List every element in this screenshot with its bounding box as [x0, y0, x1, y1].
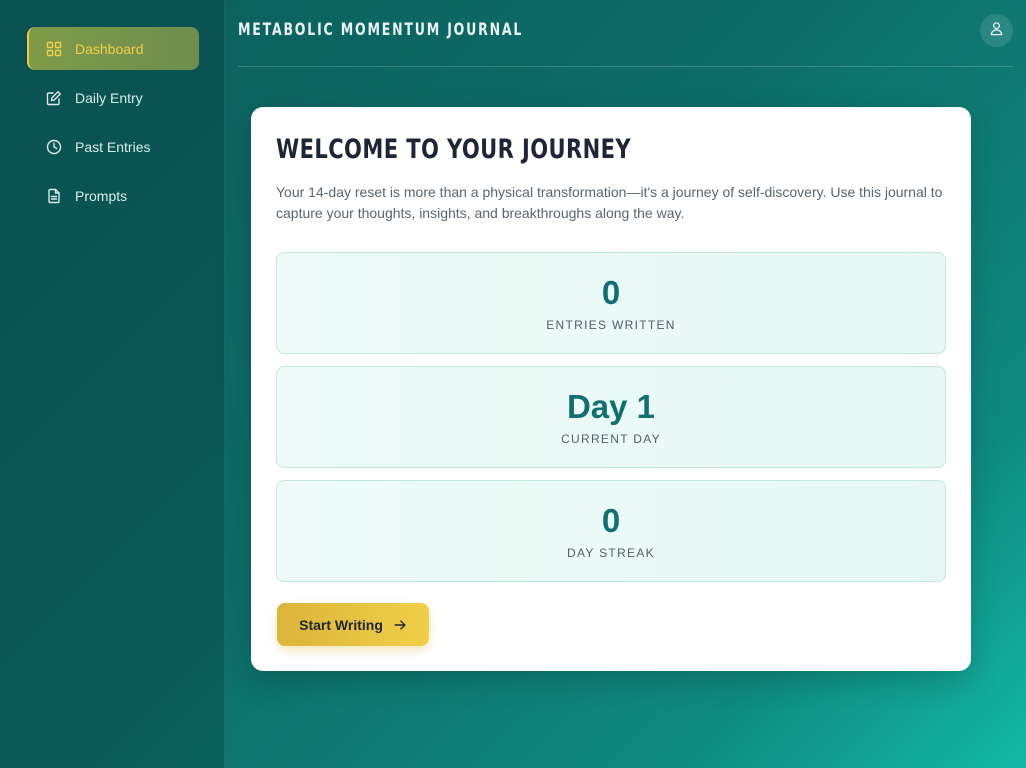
- document-icon: [46, 188, 62, 204]
- sidebar-item-label: Dashboard: [75, 40, 144, 57]
- edit-icon: [46, 90, 62, 106]
- sidebar-item-label: Past Entries: [75, 138, 151, 155]
- app-title: METABOLIC MOMENTUM JOURNAL: [238, 20, 524, 40]
- stat-label: DAY STREAK: [567, 546, 655, 560]
- stat-label: CURRENT DAY: [561, 432, 661, 446]
- start-writing-label: Start Writing: [299, 616, 383, 633]
- stat-label: ENTRIES WRITTEN: [546, 318, 676, 332]
- stat-current-day: Day 1 CURRENT DAY: [276, 366, 946, 468]
- sidebar-item-prompts[interactable]: Prompts: [27, 174, 199, 217]
- sidebar-item-label: Prompts: [75, 187, 128, 204]
- stat-value: 0: [601, 274, 621, 311]
- stat-value: Day 1: [566, 388, 656, 425]
- stat-entries-written: 0 ENTRIES WRITTEN: [276, 252, 946, 354]
- clock-icon: [46, 139, 62, 155]
- page-title: WELCOME TO YOUR JOURNEY: [276, 134, 632, 165]
- user-icon: [989, 21, 1004, 41]
- sidebar-item-past-entries[interactable]: Past Entries: [27, 125, 199, 168]
- sidebar: Dashboard Daily Entry Past Entries Promp…: [0, 0, 225, 768]
- stat-day-streak: 0 DAY STREAK: [276, 480, 946, 582]
- stat-value: 0: [601, 502, 621, 539]
- welcome-card: WELCOME TO YOUR JOURNEY Your 14-day rese…: [251, 107, 971, 671]
- user-menu-button[interactable]: [980, 14, 1013, 47]
- arrow-right-icon: [393, 618, 407, 632]
- sidebar-item-label: Daily Entry: [75, 89, 143, 106]
- sidebar-item-dashboard[interactable]: Dashboard: [27, 27, 199, 70]
- intro-text: Your 14-day reset is more than a physica…: [276, 184, 943, 221]
- start-writing-button[interactable]: Start Writing: [277, 603, 429, 646]
- sidebar-item-daily-entry[interactable]: Daily Entry: [27, 76, 199, 119]
- top-bar: METABOLIC MOMENTUM JOURNAL: [238, 0, 1013, 67]
- dashboard-grid-icon: [46, 41, 62, 57]
